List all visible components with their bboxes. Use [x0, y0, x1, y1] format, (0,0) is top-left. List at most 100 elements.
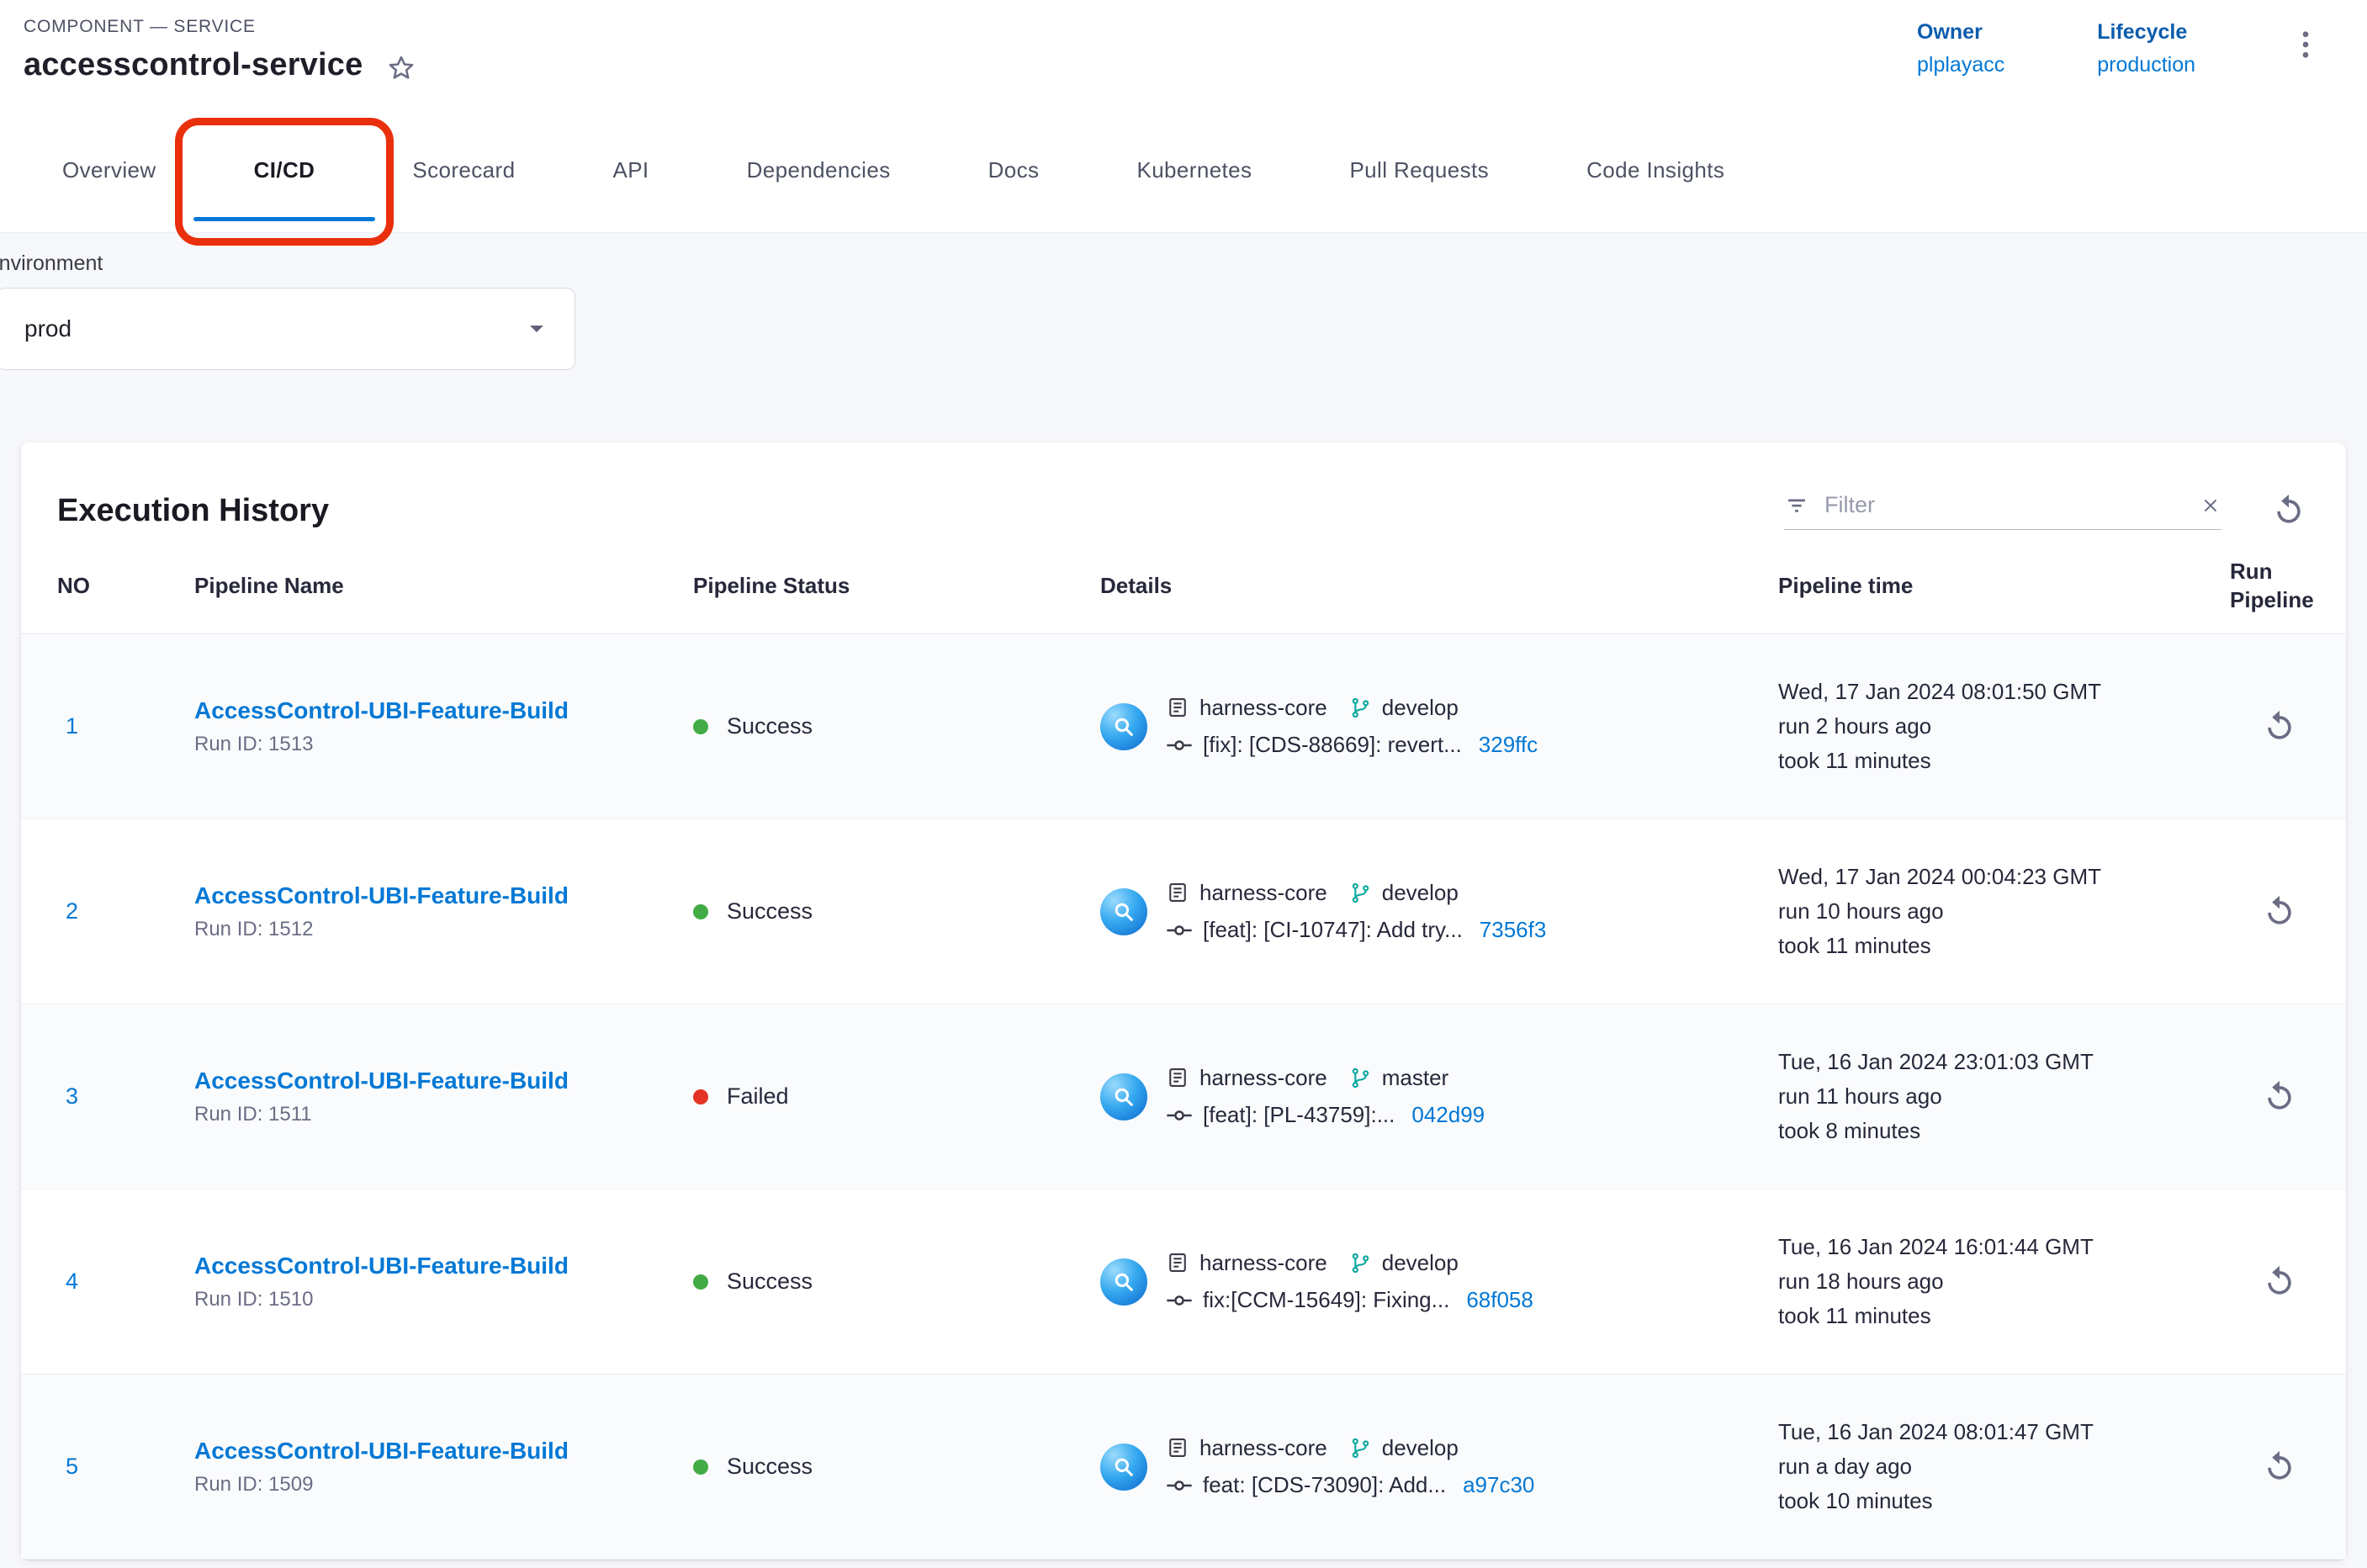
run-pipeline-button[interactable]	[2261, 893, 2298, 930]
time-duration: took 11 minutes	[1778, 744, 2230, 778]
environment-selected-value: prod	[24, 315, 71, 342]
tab-code-insights[interactable]: Code Insights	[1538, 108, 1773, 232]
commit-message: [fix]: [CDS-88669]: revert...	[1203, 732, 1462, 758]
time-relative: run 2 hours ago	[1778, 709, 2230, 744]
time-date: Tue, 16 Jan 2024 16:01:44 GMT	[1778, 1230, 2230, 1264]
tab-overview[interactable]: Overview	[13, 108, 205, 232]
status-dot	[693, 719, 708, 734]
time-relative: run 11 hours ago	[1778, 1079, 2230, 1114]
run-id: Run ID: 1512	[194, 918, 693, 941]
tab-label: Scorecard	[412, 157, 515, 183]
status-dot	[693, 904, 708, 919]
row-number: 5	[57, 1454, 194, 1480]
pipeline-name-link[interactable]: AccessControl-UBI-Feature-Build	[194, 697, 693, 724]
commit-hash-link[interactable]: 329ffc	[1479, 732, 1538, 758]
git-branch-icon	[1349, 1067, 1372, 1089]
git-commit-icon	[1166, 732, 1193, 759]
pipeline-time: Wed, 17 Jan 2024 00:04:23 GMT run 10 hou…	[1778, 860, 2230, 963]
clear-filter-icon[interactable]	[2200, 495, 2221, 516]
column-header-no: NO	[57, 571, 194, 600]
chevron-down-icon	[521, 313, 553, 345]
table-row: 3 AccessControl-UBI-Feature-Build Run ID…	[21, 1004, 2346, 1189]
row-number: 1	[57, 713, 194, 739]
status-dot	[693, 1274, 708, 1290]
git-branch-icon	[1349, 1437, 1372, 1459]
tab-kubernetes[interactable]: Kubernetes	[1088, 108, 1300, 232]
time-date: Tue, 16 Jan 2024 08:01:47 GMT	[1778, 1415, 2230, 1449]
refresh-icon[interactable]	[2270, 492, 2307, 529]
time-relative: run 18 hours ago	[1778, 1264, 2230, 1299]
time-duration: took 11 minutes	[1778, 1299, 2230, 1333]
column-header-pipeline-name: Pipeline Name	[194, 571, 693, 600]
tab-docs[interactable]: Docs	[940, 108, 1088, 232]
column-header-details: Details	[1100, 571, 1778, 600]
run-id: Run ID: 1509	[194, 1473, 693, 1496]
pipeline-time: Wed, 17 Jan 2024 08:01:50 GMT run 2 hour…	[1778, 675, 2230, 778]
pipeline-execution-icon	[1100, 703, 1147, 750]
component-service-page: COMPONENT — SERVICE accesscontrol-servic…	[0, 0, 2367, 1568]
tab-api[interactable]: API	[564, 108, 697, 232]
run-pipeline-button[interactable]	[2261, 1263, 2298, 1300]
column-header-run-pipeline: Run Pipeline	[2230, 557, 2329, 614]
git-commit-icon	[1166, 1472, 1193, 1499]
commit-hash-link[interactable]: 042d99	[1411, 1102, 1485, 1128]
pipeline-name-link[interactable]: AccessControl-UBI-Feature-Build	[194, 1067, 693, 1094]
run-pipeline-button[interactable]	[2261, 1078, 2298, 1115]
status-label: Success	[727, 713, 813, 739]
tab-label: Pull Requests	[1349, 157, 1489, 183]
status-label: Success	[727, 1269, 813, 1295]
pipeline-execution-icon	[1100, 888, 1147, 935]
repo-name: harness-core	[1199, 880, 1327, 906]
run-pipeline-button[interactable]	[2261, 708, 2298, 745]
commit-message: [feat]: [PL-43759]:...	[1203, 1102, 1395, 1128]
environment-select[interactable]: prod	[0, 288, 575, 370]
active-tab-underline	[193, 217, 376, 221]
environment-label: Environment	[0, 252, 2367, 276]
run-pipeline-button[interactable]	[2261, 1449, 2298, 1486]
branch-name: develop	[1382, 1435, 1459, 1461]
page-title: accesscontrol-service	[24, 47, 363, 83]
commit-hash-link[interactable]: 68f058	[1466, 1287, 1533, 1313]
kebab-menu-icon[interactable]	[2288, 20, 2323, 62]
commit-hash-link[interactable]: a97c30	[1463, 1472, 1534, 1498]
filter-input-wrapper	[1784, 491, 2221, 530]
pipeline-time: Tue, 16 Jan 2024 08:01:47 GMT run a day …	[1778, 1415, 2230, 1518]
status-dot	[693, 1089, 708, 1104]
column-header-pipeline-time: Pipeline time	[1778, 571, 2230, 600]
pipeline-name-link[interactable]: AccessControl-UBI-Feature-Build	[194, 1438, 693, 1465]
table-row: 2 AccessControl-UBI-Feature-Build Run ID…	[21, 819, 2346, 1004]
tab-dependencies[interactable]: Dependencies	[698, 108, 940, 232]
time-duration: took 11 minutes	[1778, 929, 2230, 963]
pipeline-execution-icon	[1100, 1444, 1147, 1491]
column-header-pipeline-status: Pipeline Status	[693, 571, 1100, 600]
repo-name: harness-core	[1199, 1065, 1327, 1091]
filter-input[interactable]	[1823, 491, 2186, 519]
table-row: 1 AccessControl-UBI-Feature-Build Run ID…	[21, 634, 2346, 819]
tab-cicd[interactable]: CI/CD	[205, 108, 364, 232]
branch-name: develop	[1382, 1250, 1459, 1276]
tab-scorecard[interactable]: Scorecard	[363, 108, 564, 232]
tab-label: Code Insights	[1586, 157, 1724, 183]
git-commit-icon	[1166, 917, 1193, 944]
commit-message: [feat]: [CI-10747]: Add try...	[1203, 917, 1463, 943]
commit-hash-link[interactable]: 7356f3	[1480, 917, 1547, 943]
branch-name: develop	[1382, 880, 1459, 906]
time-date: Tue, 16 Jan 2024 23:01:03 GMT	[1778, 1045, 2230, 1079]
time-relative: run 10 hours ago	[1778, 894, 2230, 929]
time-relative: run a day ago	[1778, 1449, 2230, 1484]
status-label: Success	[727, 898, 813, 924]
repo-name: harness-core	[1199, 1250, 1327, 1276]
pipeline-name-link[interactable]: AccessControl-UBI-Feature-Build	[194, 882, 693, 909]
pipeline-name-link[interactable]: AccessControl-UBI-Feature-Build	[194, 1253, 693, 1279]
page-header: COMPONENT — SERVICE accesscontrol-servic…	[0, 0, 2367, 108]
repository-icon	[1166, 881, 1189, 904]
owner-link[interactable]: plplayacc	[1917, 53, 2004, 77]
tab-pull-requests[interactable]: Pull Requests	[1300, 108, 1538, 232]
repository-icon	[1166, 696, 1189, 719]
lifecycle-block: Lifecycle production	[2097, 20, 2195, 77]
repository-icon	[1166, 1251, 1189, 1274]
run-id: Run ID: 1513	[194, 733, 693, 756]
branch-name: master	[1382, 1065, 1448, 1091]
favorite-star-icon[interactable]	[386, 48, 416, 83]
filter-icon	[1784, 493, 1809, 518]
